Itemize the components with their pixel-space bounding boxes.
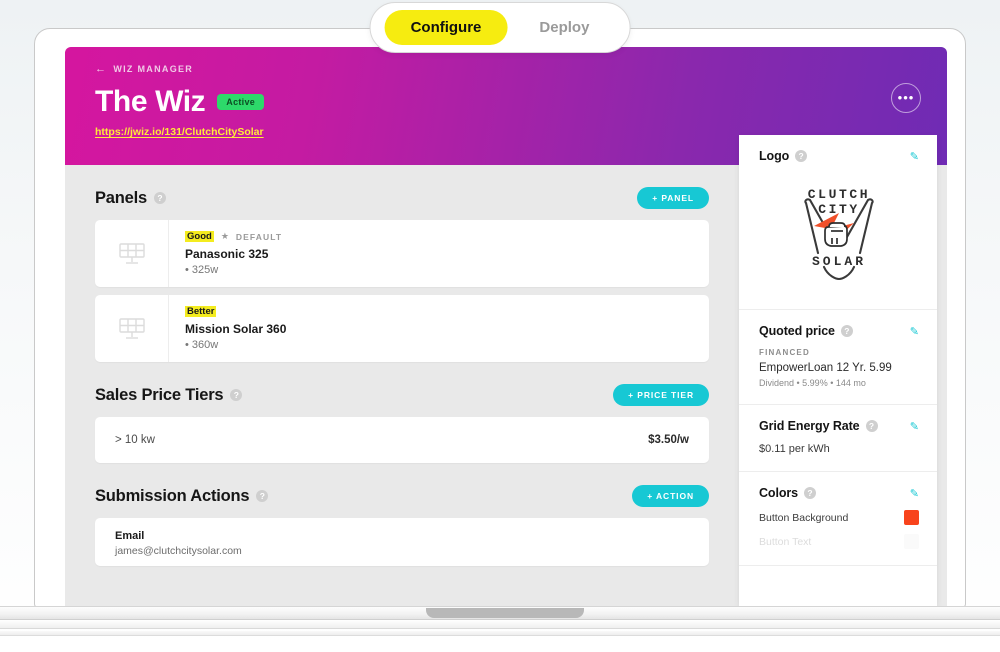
panel-spec: • 360w	[185, 339, 219, 351]
star-icon: ★	[220, 231, 229, 241]
quoted-price-section-header: Quoted price ? ✎	[759, 324, 919, 338]
quoted-price-title-wrap: Quoted price ?	[759, 324, 853, 338]
logo-title: Logo	[759, 149, 790, 163]
grid-energy-rate-section-header: Grid Energy Rate ? ✎	[759, 419, 919, 433]
add-action-button[interactable]: + ACTION	[632, 485, 709, 507]
breadcrumb[interactable]: ← WIZ MANAGER	[95, 63, 923, 75]
panels-section-header: Panels ? + PANEL	[95, 187, 709, 209]
colors-section: Colors ? ✎ Button Background Button Text	[739, 472, 937, 566]
panel-name: Mission Solar 360	[185, 322, 287, 336]
submission-actions-section: Submission Actions ? + ACTION Email jame…	[95, 485, 709, 566]
more-options-button[interactable]: •••	[891, 83, 921, 113]
colors-title: Colors	[759, 486, 798, 500]
submission-action-value: james@clutchcitysolar.com	[115, 545, 242, 557]
help-icon[interactable]: ?	[840, 325, 853, 337]
solar-panel-icon	[95, 220, 169, 287]
panels-section: Panels ? + PANEL Good ★ DEFAULT Panasoni…	[95, 187, 709, 362]
submission-actions-section-header: Submission Actions ? + ACTION	[95, 485, 709, 507]
logo-title-wrap: Logo ?	[759, 149, 808, 163]
panel-spec: • 325w	[185, 264, 219, 276]
help-icon[interactable]: ?	[865, 420, 878, 432]
solar-panel-icon	[95, 295, 169, 362]
app-body: Panels ? + PANEL Good ★ DEFAULT Panasoni…	[65, 135, 947, 607]
company-logo: CLUTCH CITY SOLAR	[759, 173, 919, 293]
add-panel-button[interactable]: + PANEL	[637, 187, 709, 209]
grid-energy-rate-section: Grid Energy Rate ? ✎ $0.11 per kWh	[739, 405, 937, 472]
add-price-tier-button[interactable]: + PRICE TIER	[613, 384, 709, 406]
title-row: The Wiz Active	[95, 85, 923, 119]
help-icon[interactable]: ?	[230, 389, 243, 401]
price-tiers-section-header: Sales Price Tiers ? + PRICE TIER	[95, 384, 709, 406]
logo-section-header: Logo ? ✎	[759, 149, 919, 163]
colors-section-header: Colors ? ✎	[759, 486, 919, 500]
laptop-foot	[0, 631, 1000, 636]
color-label: Button Background	[759, 511, 849, 524]
grid-energy-rate-title-wrap: Grid Energy Rate ?	[759, 419, 878, 433]
laptop-screen-frame: ← WIZ MANAGER The Wiz Active https://jwi…	[34, 28, 966, 608]
quoted-price-details: Dividend • 5.99% • 144 mo	[759, 378, 866, 388]
panel-card-body: Better Mission Solar 360 • 360w	[169, 295, 709, 362]
price-tier-range: > 10 kw	[115, 434, 155, 446]
edit-pencil-icon[interactable]: ✎	[910, 487, 919, 500]
mode-tab-switch: Configure Deploy	[369, 2, 631, 53]
color-swatch[interactable]	[904, 510, 919, 525]
submission-actions-title-wrap: Submission Actions ?	[95, 486, 269, 506]
submission-action-type: Email	[115, 530, 145, 542]
panel-quality-tag: Good	[185, 231, 214, 242]
panel-card[interactable]: Better Mission Solar 360 • 360w	[95, 295, 709, 362]
breadcrumb-label: WIZ MANAGER	[113, 64, 194, 74]
laptop-base	[0, 620, 1000, 629]
help-icon[interactable]: ?	[795, 150, 808, 162]
page-title: The Wiz	[95, 85, 206, 118]
laptop-trackpad-notch	[426, 608, 584, 618]
price-tiers-section: Sales Price Tiers ? + PRICE TIER > 10 kw…	[95, 384, 709, 463]
color-label: Button Text	[759, 535, 812, 548]
edit-pencil-icon[interactable]: ✎	[910, 150, 919, 163]
submission-actions-title: Submission Actions	[95, 486, 250, 505]
settings-sidebar: Logo ? ✎ CLUTCH CITY SOLAR Quoted price …	[739, 135, 937, 607]
panel-default-label: DEFAULT	[235, 231, 283, 242]
price-tiers-title-wrap: Sales Price Tiers ?	[95, 385, 243, 405]
status-badge: Active	[217, 94, 265, 110]
logo-section: Logo ? ✎ CLUTCH CITY SOLAR	[739, 135, 937, 310]
panels-title-wrap: Panels ?	[95, 189, 166, 208]
panel-quality-tag: Better	[185, 306, 217, 317]
edit-pencil-icon[interactable]: ✎	[910, 325, 919, 338]
price-tiers-title: Sales Price Tiers	[95, 385, 224, 404]
logo-line-2: CITY	[818, 202, 860, 217]
logo-line-3: SOLAR	[812, 254, 866, 269]
panels-title: Panels	[95, 188, 147, 207]
panel-card-body: Good ★ DEFAULT Panasonic 325 • 325w	[169, 220, 709, 287]
quoted-price-title: Quoted price	[759, 324, 835, 338]
help-icon[interactable]: ?	[154, 192, 166, 204]
main-column: Panels ? + PANEL Good ★ DEFAULT Panasoni…	[65, 165, 737, 607]
panel-tag-row: Good ★ DEFAULT	[185, 231, 693, 242]
panel-name: Panasonic 325	[185, 247, 269, 261]
grid-energy-rate-value: $0.11 per kWh	[759, 443, 830, 455]
quoted-price-plan: EmpowerLoan 12 Yr. 5.99	[759, 362, 892, 374]
panel-card[interactable]: Good ★ DEFAULT Panasonic 325 • 325w	[95, 220, 709, 287]
quoted-price-section: Quoted price ? ✎ FINANCED EmpowerLoan 12…	[739, 310, 937, 405]
help-icon[interactable]: ?	[256, 490, 269, 502]
colors-title-wrap: Colors ?	[759, 486, 816, 500]
back-arrow-icon[interactable]: ←	[95, 63, 107, 75]
grid-energy-rate-title: Grid Energy Rate	[759, 419, 860, 433]
color-row[interactable]: Button Background	[759, 510, 919, 525]
price-tier-row[interactable]: > 10 kw $3.50/w	[95, 417, 709, 463]
price-tier-price: $3.50/w	[648, 434, 689, 446]
quoted-price-kicker: FINANCED	[759, 348, 810, 357]
wiz-app-window: ← WIZ MANAGER The Wiz Active https://jwi…	[65, 47, 947, 607]
submission-action-row[interactable]: Email james@clutchcitysolar.com	[95, 518, 709, 566]
panel-tag-row: Better	[185, 306, 693, 317]
edit-pencil-icon[interactable]: ✎	[910, 420, 919, 433]
logo-line-1: CLUTCH	[808, 187, 870, 202]
tab-deploy[interactable]: Deploy	[513, 10, 615, 45]
help-icon[interactable]: ?	[804, 487, 816, 499]
tab-configure[interactable]: Configure	[384, 10, 508, 45]
color-swatch[interactable]	[904, 534, 919, 549]
color-row[interactable]: Button Text	[759, 534, 919, 549]
